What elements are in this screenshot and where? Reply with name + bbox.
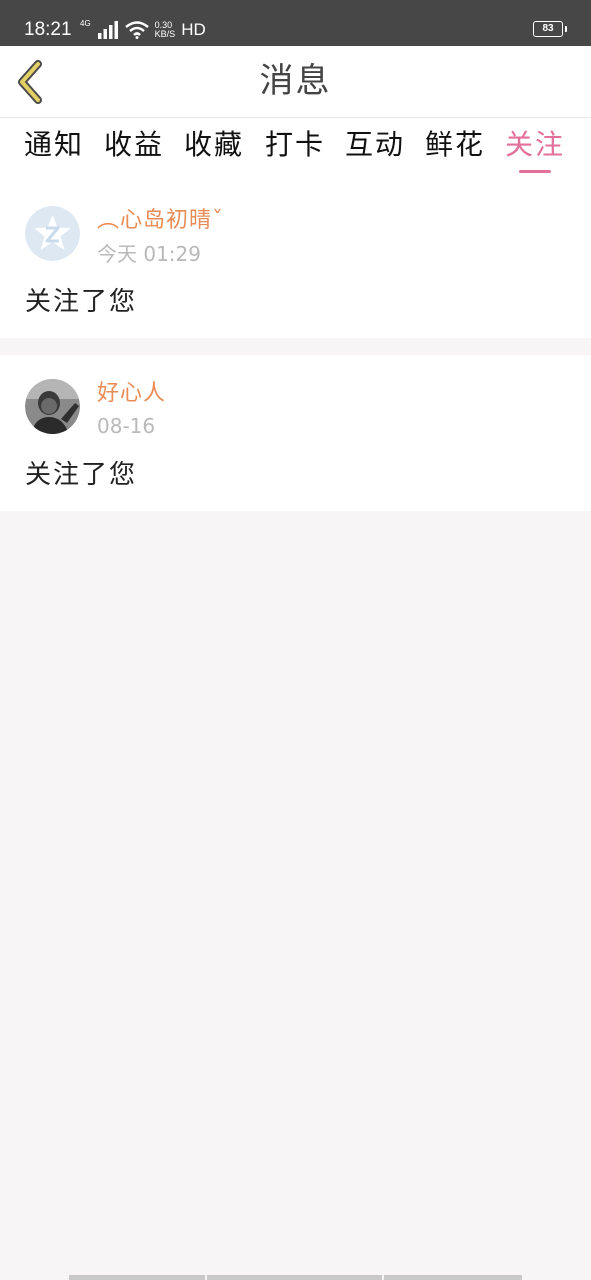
status-bar: 18:21 4G 0.30 KB/S HD 83 (0, 0, 591, 46)
page-title: 消息 (259, 61, 332, 101)
network-type-label: 4G (80, 19, 91, 28)
home-indicator-segment (384, 1275, 522, 1280)
status-icons: 4G 0.30 KB/S HD (80, 17, 206, 43)
hd-label: HD (181, 20, 206, 39)
status-time: 18:21 (24, 19, 72, 40)
network-speed: 0.30 KB/S (155, 21, 176, 39)
notification-item[interactable]: 好心人 08-16 关注了您 (0, 355, 591, 511)
tab-strip: 通知 收益 收藏 打卡 互动 鲜花 关注 (0, 118, 591, 184)
signal-icon (97, 21, 118, 39)
tab-checkin[interactable]: 打卡 (265, 128, 325, 172)
nav-bar: 消息 (0, 46, 591, 118)
notification-time: 今天 01:29 (97, 242, 201, 266)
default-star-avatar-icon[interactable] (25, 206, 80, 261)
tab-follows[interactable]: 关注 (505, 128, 565, 172)
notification-time: 08-16 (97, 414, 156, 438)
user-photo-avatar[interactable] (25, 379, 80, 434)
notification-username[interactable]: 好心人 (97, 380, 166, 408)
tab-earnings[interactable]: 收益 (104, 128, 164, 172)
wifi-icon (124, 21, 149, 39)
network-speed-unit: KB/S (154, 29, 176, 39)
home-indicator-segment (207, 1275, 382, 1280)
tab-flowers[interactable]: 鲜花 (425, 128, 485, 172)
tab-favorites[interactable]: 收藏 (184, 128, 244, 172)
notification-username[interactable]: ︵心岛初晴ˇ (97, 207, 224, 235)
tab-interactions[interactable]: 互动 (345, 128, 405, 172)
battery-icon: 83 (533, 21, 567, 37)
tab-notifications[interactable]: 通知 (24, 128, 84, 172)
notification-message: 关注了您 (25, 460, 138, 490)
notification-message: 关注了您 (25, 287, 138, 317)
home-indicator-segment (69, 1275, 205, 1280)
active-tab-indicator (519, 170, 551, 173)
notification-item[interactable]: ︵心岛初晴ˇ 今天 01:29 关注了您 (0, 184, 591, 338)
